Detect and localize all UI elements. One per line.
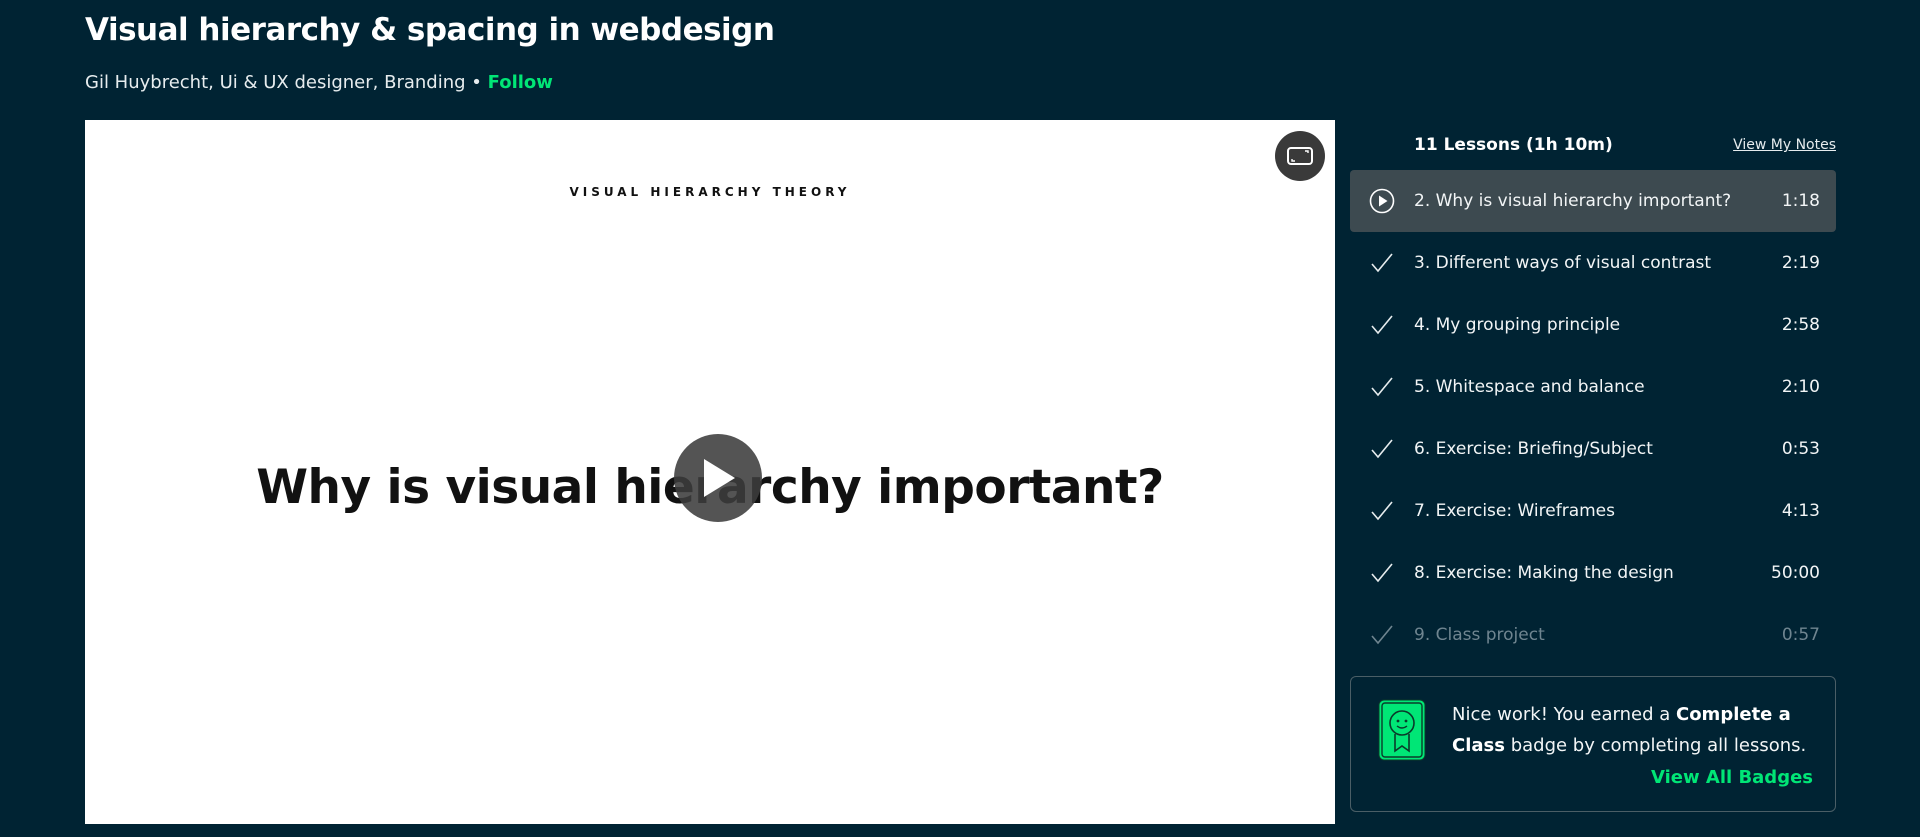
check-icon [1350,252,1414,274]
lesson-duration: 1:18 [1781,191,1820,211]
check-icon [1350,376,1414,398]
check-icon [1350,314,1414,336]
lesson-sidebar: 11 Lessons (1h 10m) View My Notes 2. Why… [1350,120,1836,812]
lesson-title: 6. Exercise: Briefing/Subject [1414,439,1653,459]
badge-text-start: Nice work! You earned a [1452,704,1676,725]
lesson-duration: 0:57 [1781,625,1820,645]
sidebar-header: 11 Lessons (1h 10m) View My Notes [1350,120,1836,170]
badge-message: Nice work! You earned a Complete a Class… [1452,699,1822,761]
lesson-title: 7. Exercise: Wireframes [1414,501,1615,521]
author-byline: Gil Huybrecht, Ui & UX designer, Brandin… [85,72,553,93]
lesson-item-9[interactable]: 9. Class project 0:57 [1350,604,1836,666]
lesson-item-6[interactable]: 6. Exercise: Briefing/Subject 0:53 [1350,418,1836,480]
lesson-duration: 2:19 [1781,253,1820,273]
check-icon [1350,500,1414,522]
badge-text-end: badge by completing all lessons. [1504,735,1807,756]
lesson-item-5[interactable]: 5. Whitespace and balance 2:10 [1350,356,1836,418]
lesson-list: 2. Why is visual hierarchy important? 1:… [1350,170,1836,666]
award-badge-icon [1378,699,1426,761]
video-player[interactable]: VISUAL HIERARCHY THEORY Why is visual hi… [85,120,1335,824]
badge-notification: Nice work! You earned a Complete a Class… [1350,676,1836,812]
lesson-count: 11 Lessons (1h 10m) [1414,135,1613,155]
lesson-item-7[interactable]: 7. Exercise: Wireframes 4:13 [1350,480,1836,542]
view-all-badges-link[interactable]: View All Badges [1651,767,1813,788]
check-icon [1350,624,1414,646]
view-notes-link[interactable]: View My Notes [1733,137,1836,153]
play-icon [704,459,735,497]
lesson-title: 8. Exercise: Making the design [1414,563,1674,583]
lesson-item-3[interactable]: 3. Different ways of visual contrast 2:1… [1350,232,1836,294]
lesson-duration: 2:10 [1781,377,1820,397]
lesson-title: 4. My grouping principle [1414,315,1621,335]
play-button[interactable] [674,434,762,522]
lesson-title: 9. Class project [1414,625,1545,645]
slide-kicker: VISUAL HIERARCHY THEORY [569,185,851,199]
lesson-item-8[interactable]: 8. Exercise: Making the design 50:00 [1350,542,1836,604]
check-icon [1350,438,1414,460]
play-circle-icon [1350,188,1414,214]
lesson-item-2[interactable]: 2. Why is visual hierarchy important? 1:… [1350,170,1836,232]
lesson-item-4[interactable]: 4. My grouping principle 2:58 [1350,294,1836,356]
fullscreen-icon [1287,147,1313,165]
lesson-duration: 50:00 [1771,563,1820,583]
lesson-title: 3. Different ways of visual contrast [1414,253,1712,273]
check-icon [1350,562,1414,584]
course-title: Visual hierarchy & spacing in webdesign [85,12,775,48]
lesson-title: 5. Whitespace and balance [1414,377,1645,397]
lesson-duration: 4:13 [1781,501,1820,521]
fullscreen-button[interactable] [1275,131,1325,181]
lesson-duration: 0:53 [1781,439,1820,459]
author-info: Gil Huybrecht, Ui & UX designer, Brandin… [85,72,466,93]
follow-button[interactable]: Follow [488,72,553,93]
lesson-duration: 2:58 [1781,315,1820,335]
byline-separator: • [471,72,482,93]
lesson-title: 2. Why is visual hierarchy important? [1414,191,1732,211]
